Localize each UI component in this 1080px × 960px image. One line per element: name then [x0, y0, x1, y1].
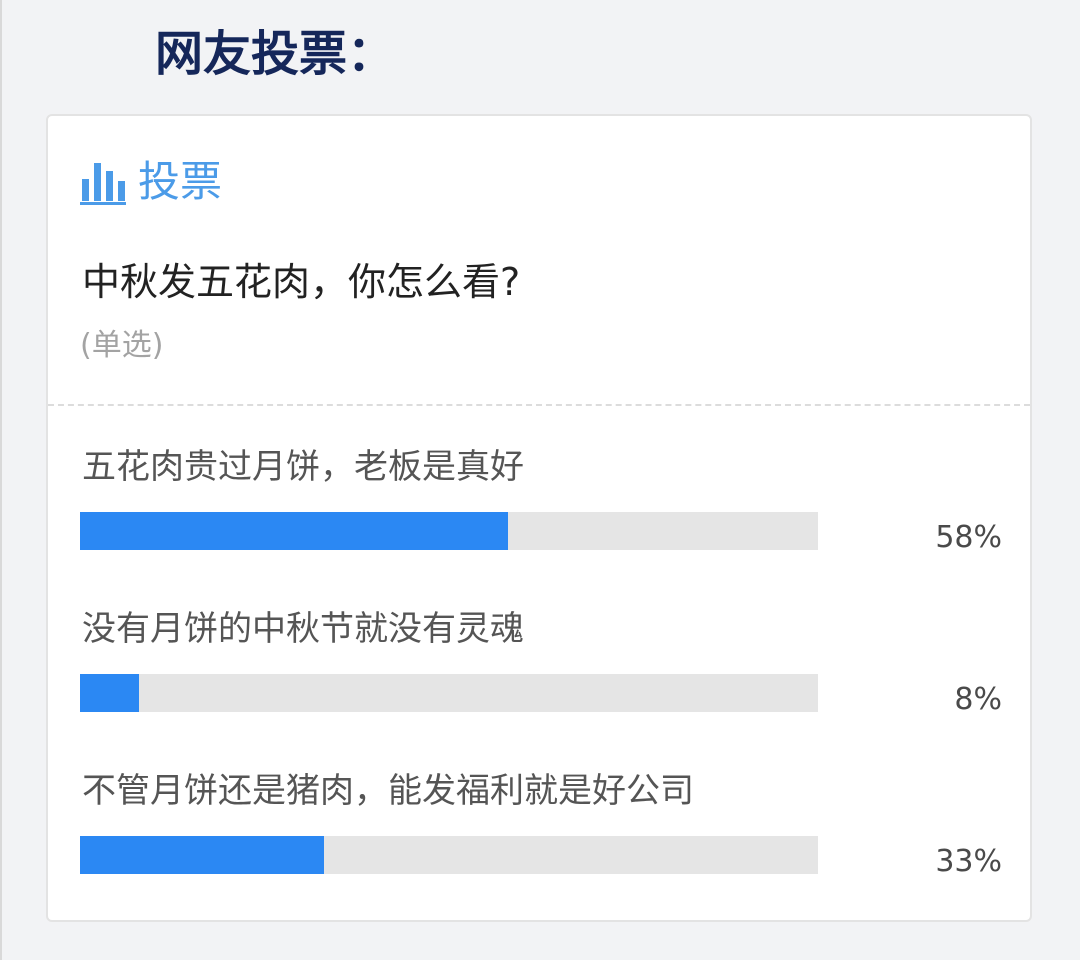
poll-card: 投票 中秋发五花肉，你怎么看? (单选) 五花肉贵过月饼，老板是真好 58% 没… — [46, 114, 1032, 922]
page-left-edge — [0, 0, 2, 960]
section-title: 网友投票： — [155, 26, 396, 82]
poll-question: 中秋发五花肉，你怎么看? — [82, 260, 521, 304]
poll-option[interactable]: 不管月饼还是猪肉，能发福利就是好公司 33% — [80, 766, 1010, 916]
poll-option-bar-fill — [80, 836, 324, 874]
poll-header: 投票 — [80, 152, 222, 212]
poll-option-label: 五花肉贵过月饼，老板是真好 — [82, 447, 524, 487]
poll-option[interactable]: 五花肉贵过月饼，老板是真好 58% — [80, 442, 1010, 592]
poll-option-bar-track — [80, 674, 818, 712]
poll-option-percent: 8% — [954, 682, 1002, 717]
bar-chart-icon — [80, 163, 126, 205]
poll-option-bar-fill — [80, 674, 140, 712]
poll-option[interactable]: 没有月饼的中秋节就没有灵魂 8% — [80, 604, 1010, 754]
poll-option-bar-track — [80, 836, 818, 874]
dashed-divider — [48, 404, 1030, 406]
poll-option-percent: 58% — [935, 520, 1002, 555]
poll-header-label: 投票 — [138, 157, 223, 206]
poll-option-bar-track — [80, 512, 818, 550]
poll-option-label: 没有月饼的中秋节就没有灵魂 — [82, 609, 524, 649]
poll-option-bar-fill — [80, 512, 509, 550]
poll-selection-note: (单选) — [80, 328, 164, 363]
poll-option-label: 不管月饼还是猪肉，能发福利就是好公司 — [82, 771, 694, 811]
poll-option-percent: 33% — [935, 844, 1002, 879]
